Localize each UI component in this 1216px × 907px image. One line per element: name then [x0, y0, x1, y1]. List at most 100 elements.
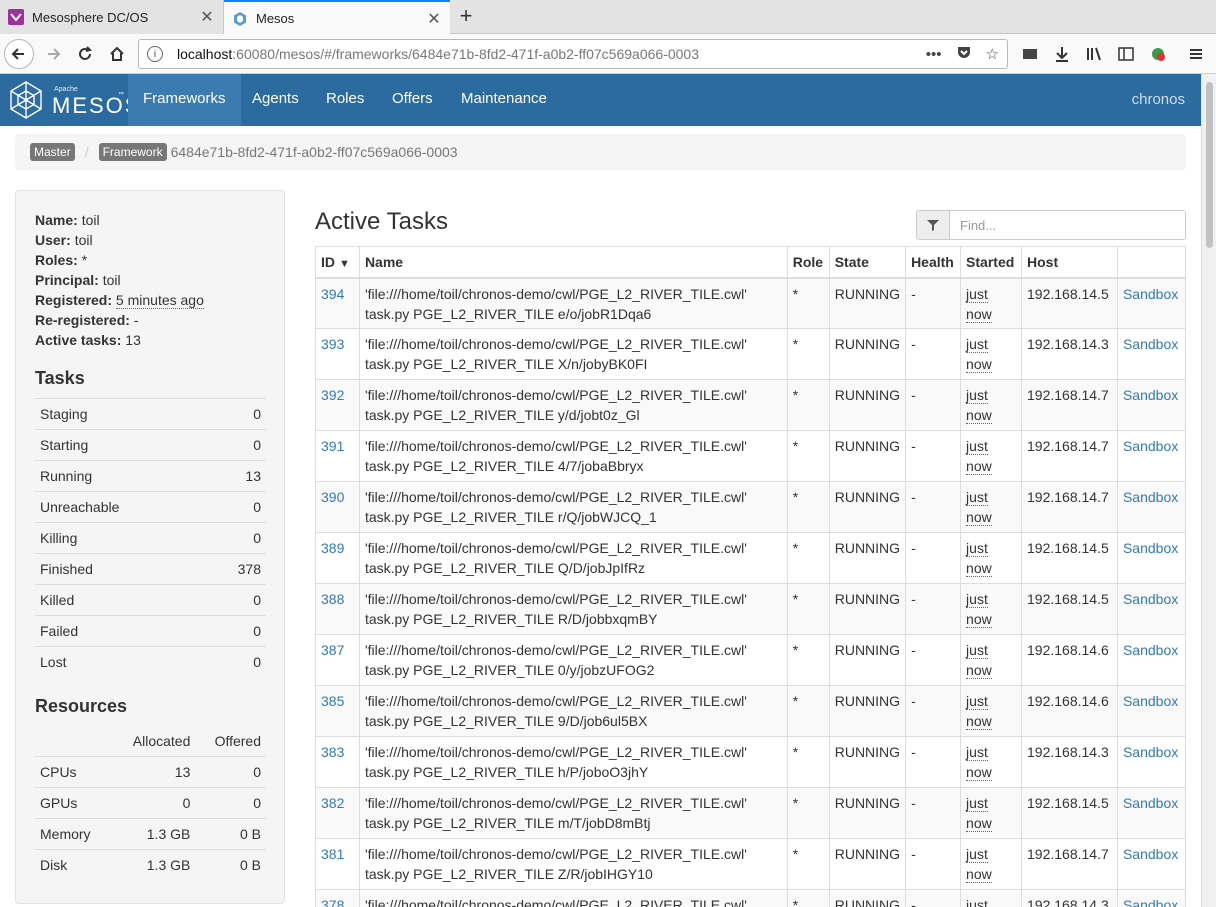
task-host: 192.168.14.3: [1021, 328, 1118, 380]
sandbox-link[interactable]: Sandbox: [1123, 489, 1178, 505]
table-row: 391 'file:///home/toil/chronos-demo/cwl/P…: [315, 430, 1187, 482]
task-id-link[interactable]: 385: [321, 693, 344, 709]
home-button[interactable]: [102, 39, 132, 69]
task-id-link[interactable]: 393: [321, 336, 344, 352]
task-count-value: 0: [203, 615, 266, 647]
task-started-line1: just: [966, 795, 988, 812]
close-icon[interactable]: ✕: [426, 9, 442, 29]
more-icon[interactable]: •••: [926, 46, 942, 63]
library-icon[interactable]: [1080, 39, 1108, 69]
url-bar[interactable]: i localhost:60080/mesos/#/frameworks/648…: [138, 39, 1008, 69]
sandbox-link[interactable]: Sandbox: [1123, 744, 1178, 760]
task-id-link[interactable]: 388: [321, 591, 344, 607]
info-reregistered: Re-registered: -: [35, 312, 139, 328]
task-health: -: [905, 328, 962, 380]
sandbox-link[interactable]: Sandbox: [1123, 846, 1178, 862]
breadcrumb-master[interactable]: Master: [30, 143, 75, 161]
task-id-link[interactable]: 381: [321, 846, 344, 862]
task-id-link[interactable]: 382: [321, 795, 344, 811]
task-count-value: 0: [203, 491, 266, 523]
sandbox-link[interactable]: Sandbox: [1123, 540, 1178, 556]
nav-roles[interactable]: Roles: [311, 74, 379, 126]
task-id-link[interactable]: 389: [321, 540, 344, 556]
task-health: -: [905, 634, 962, 686]
sandbox-link[interactable]: Sandbox: [1123, 387, 1178, 403]
forward-button[interactable]: [38, 39, 68, 69]
col-id[interactable]: ID ▼: [315, 246, 360, 279]
task-host: 192.168.14.5: [1021, 583, 1118, 635]
col-host[interactable]: Host: [1021, 246, 1118, 279]
nav-maintenance[interactable]: Maintenance: [446, 74, 562, 126]
task-health: -: [905, 889, 962, 907]
col-state[interactable]: State: [828, 246, 907, 279]
breadcrumb-framework-id: 6484e71b-8fd2-471f-a0b2-ff07c569a066-000…: [170, 144, 458, 160]
close-icon[interactable]: ✕: [199, 7, 215, 27]
task-health: -: [905, 838, 962, 890]
sandbox-link[interactable]: Sandbox: [1123, 897, 1178, 907]
browser-tab-mesos[interactable]: Mesos ✕: [224, 0, 450, 35]
browser-tab-dcos[interactable]: Mesosphere DC/OS ✕: [0, 0, 224, 34]
col-started[interactable]: Started: [960, 246, 1023, 279]
nav-offers[interactable]: Offers: [377, 74, 448, 126]
resource-row: Memory 1.3 GB 0 B: [35, 818, 266, 850]
task-id-link[interactable]: 378: [321, 897, 344, 907]
task-role: *: [786, 430, 830, 482]
task-id-link[interactable]: 391: [321, 438, 344, 454]
col-health[interactable]: Health: [905, 246, 962, 279]
task-host: 192.168.14.5: [1021, 787, 1118, 839]
task-state: RUNNING: [828, 430, 907, 482]
task-name-line1: 'file:///home/toil/chronos-demo/cwl/PGE_…: [364, 387, 747, 403]
table-row: 393 'file:///home/toil/chronos-demo/cwl/P…: [315, 328, 1187, 380]
sandbox-link[interactable]: Sandbox: [1123, 642, 1178, 658]
table-row: 382 'file:///home/toil/chronos-demo/cwl/P…: [315, 787, 1187, 839]
screenshot-icon[interactable]: [1016, 39, 1044, 69]
task-started-line1: just: [966, 438, 988, 455]
sandbox-link[interactable]: Sandbox: [1123, 286, 1178, 302]
task-count-label: Lost: [35, 646, 204, 678]
download-icon[interactable]: [1048, 39, 1076, 69]
task-id-link[interactable]: 387: [321, 642, 344, 658]
task-name-line1: 'file:///home/toil/chronos-demo/cwl/PGE_…: [364, 642, 747, 658]
task-role: *: [786, 634, 830, 686]
col-role[interactable]: Role: [786, 246, 830, 279]
task-role: *: [786, 889, 830, 907]
sidebar-icon[interactable]: [1112, 39, 1140, 69]
search-input[interactable]: [949, 210, 1186, 240]
task-id-link[interactable]: 390: [321, 489, 344, 505]
table-row: 378 'file:///home/toil/chronos-demo/cwl/P…: [315, 889, 1187, 907]
info-icon[interactable]: i: [147, 46, 163, 62]
nav-frameworks[interactable]: Frameworks: [128, 74, 241, 126]
new-tab-button[interactable]: +: [452, 3, 480, 31]
sandbox-link[interactable]: Sandbox: [1123, 438, 1178, 454]
scrollbar-thumb[interactable]: [1206, 82, 1213, 248]
col-name[interactable]: Name: [358, 246, 788, 279]
page-scrollbar[interactable]: [1201, 74, 1216, 907]
resource-allocated: 1.3 GB: [110, 849, 196, 881]
task-name-line1: 'file:///home/toil/chronos-demo/cwl/PGE_…: [364, 540, 747, 556]
task-state: RUNNING: [828, 481, 907, 533]
task-id-link[interactable]: 383: [321, 744, 344, 760]
resource-offered: 0: [195, 756, 266, 788]
task-health: -: [905, 736, 962, 788]
mesos-logo-icon: [10, 81, 42, 119]
sandbox-link[interactable]: Sandbox: [1123, 795, 1178, 811]
menu-icon[interactable]: [1182, 39, 1210, 69]
back-button[interactable]: [4, 39, 34, 69]
sandbox-link[interactable]: Sandbox: [1123, 591, 1178, 607]
table-row: 394 'file:///home/toil/chronos-demo/cwl/P…: [315, 277, 1187, 329]
task-role: *: [786, 532, 830, 584]
mesos-logo[interactable]: Apache MESOS ™: [6, 80, 139, 120]
bookmark-star-icon[interactable]: ☆: [986, 45, 999, 63]
sandbox-link[interactable]: Sandbox: [1123, 336, 1178, 352]
tasks-heading: Tasks: [35, 368, 85, 388]
reload-button[interactable]: [70, 39, 100, 69]
nav-agents[interactable]: Agents: [237, 74, 314, 126]
extension-icon[interactable]: [1144, 39, 1172, 69]
sandbox-link[interactable]: Sandbox: [1123, 693, 1178, 709]
pocket-icon[interactable]: [956, 44, 972, 64]
task-id-link[interactable]: 392: [321, 387, 344, 403]
task-id-link[interactable]: 394: [321, 286, 344, 302]
url-host: localhost: [177, 46, 233, 62]
task-name-line2: task.py PGE_L2_RIVER_TILE y/d/jobt0z_Gl: [364, 407, 640, 423]
task-count-label: Running: [35, 460, 204, 492]
